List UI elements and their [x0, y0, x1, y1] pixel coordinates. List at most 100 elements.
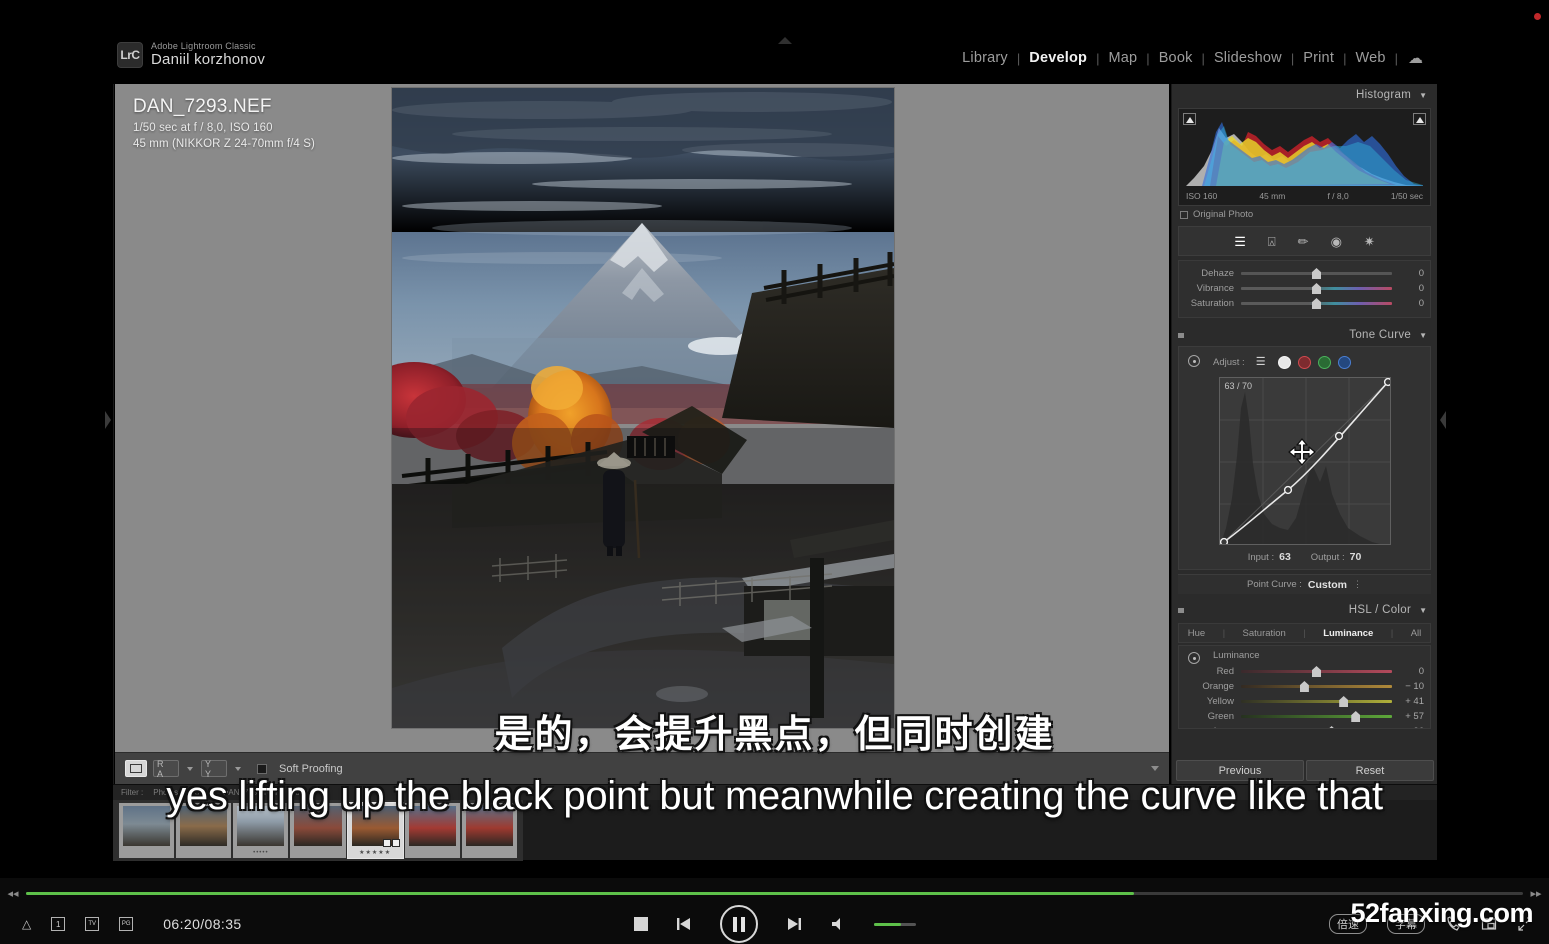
stop-icon[interactable]	[633, 917, 648, 931]
histogram-header[interactable]: Histogram ▼	[1172, 84, 1437, 106]
point-curve-label: Point Curve :	[1246, 579, 1302, 590]
top-panel-collapse-arrow[interactable]	[773, 36, 797, 45]
orange-label: Orange	[1202, 681, 1234, 692]
saturation-knob[interactable]	[1312, 298, 1321, 309]
point-curve-row[interactable]: Point Curve : Custom ⋮	[1178, 574, 1431, 594]
module-map[interactable]: Map	[1099, 50, 1146, 66]
slider-row-orange[interactable]: Orange − 10	[1179, 679, 1430, 694]
red-track[interactable]	[1241, 666, 1392, 677]
original-photo-toggle[interactable]: Original Photo	[1180, 209, 1437, 220]
tone-curve-panel-switch[interactable]	[1178, 333, 1184, 338]
tone-curve-readout: 63 / 70	[1224, 381, 1253, 391]
hsl-tab-bar: Hue | Saturation | Luminance | All	[1178, 623, 1431, 643]
histogram-aperture: f / 8,0	[1327, 191, 1349, 201]
histogram-title: Histogram	[1355, 89, 1412, 101]
vibrance-knob[interactable]	[1312, 283, 1321, 294]
module-slideshow[interactable]: Slideshow	[1205, 50, 1291, 66]
player-left-controls: △ 1 TV PG 06:20/08:35	[0, 916, 242, 932]
develop-photo[interactable]	[392, 88, 894, 728]
dehaze-knob[interactable]	[1312, 268, 1321, 279]
slider-row-red[interactable]: Red 0	[1179, 664, 1430, 679]
saturation-track[interactable]	[1241, 298, 1392, 309]
thumb-badges[interactable]	[382, 839, 400, 847]
saturation-value: 0	[1418, 298, 1424, 309]
slider-row-vibrance[interactable]: Vibrance 0	[1179, 281, 1430, 296]
rewind-icon[interactable]: ◂◂	[0, 887, 26, 900]
original-photo-checkbox[interactable]	[1180, 210, 1188, 219]
tab-hue[interactable]: Hue	[1188, 628, 1205, 639]
point-curve-value[interactable]: Custom	[1308, 579, 1347, 591]
module-separator: |	[1394, 50, 1398, 66]
vibrance-track[interactable]	[1241, 283, 1392, 294]
dehaze-track[interactable]	[1241, 268, 1392, 279]
channel-red-dot[interactable]	[1297, 355, 1311, 369]
module-library[interactable]: Library	[953, 50, 1017, 66]
orange-track[interactable]	[1241, 681, 1392, 692]
target-adjust-icon[interactable]	[1188, 355, 1200, 367]
right-panel-collapse-arrow[interactable]	[1439, 409, 1447, 431]
chevron-down-icon[interactable]: ▼	[1419, 91, 1427, 100]
tab-all[interactable]: All	[1411, 628, 1422, 639]
module-print[interactable]: Print	[1294, 50, 1343, 66]
subtitle-english: yes lifting up the black point but meanw…	[166, 774, 1383, 818]
subtitle-chinese: 是的，会提升黑点，但同时创建	[494, 714, 1055, 756]
chevron-down-icon[interactable]: ▼	[1419, 606, 1427, 615]
hsl-header[interactable]: HSL / Color ▼	[1172, 599, 1437, 621]
point-curve-chevron-icon[interactable]: ⋮	[1353, 579, 1362, 590]
channel-blue-dot[interactable]	[1337, 355, 1351, 369]
video-stage: LrC Adobe Lightroom Classic Daniil korzh…	[0, 0, 1549, 878]
cloud-sync-icon[interactable]: ☁	[1408, 51, 1423, 66]
tone-curve-graph[interactable]: 63 / 70	[1218, 377, 1391, 545]
volume-track[interactable]	[873, 922, 916, 926]
photo-exposure: 1/50 sec at f / 8,0, ISO 160	[133, 122, 273, 134]
lightroom-top-bar: LrC Adobe Lightroom Classic Daniil korzh…	[113, 8, 1437, 84]
tone-curve-header[interactable]: Tone Curve ▼	[1172, 324, 1437, 346]
target-adjust-icon[interactable]	[1188, 652, 1200, 664]
next-track-icon[interactable]	[786, 916, 802, 932]
slider-row-saturation[interactable]: Saturation 0	[1179, 296, 1430, 311]
pause-icon[interactable]	[719, 905, 758, 943]
image-canvas[interactable]: DAN_7293.NEF 1/50 sec at f / 8,0, ISO 16…	[115, 84, 1169, 752]
healing-brush-icon[interactable]: ✏	[1298, 235, 1309, 248]
crop-badge-icon[interactable]	[382, 839, 391, 847]
histogram-iso: ISO 160	[1186, 191, 1218, 201]
volume-icon[interactable]	[830, 916, 846, 932]
module-book[interactable]: Book	[1150, 50, 1202, 66]
lightroom-badge-icon: LrC	[117, 42, 143, 68]
slider-row-dehaze[interactable]: Dehaze 0	[1179, 266, 1430, 281]
left-panel-expand-arrow[interactable]	[104, 409, 112, 431]
crop-icon[interactable]: ⍓	[1268, 235, 1276, 248]
tab-saturation[interactable]: Saturation	[1243, 628, 1286, 639]
curve-mix-icon[interactable]: ☰	[1256, 356, 1271, 369]
histogram-panel[interactable]: ISO 160 45 mm f / 8,0 1/50 sec	[1178, 108, 1431, 206]
seek-progress-fill	[26, 891, 1134, 895]
red-knob[interactable]	[1312, 666, 1321, 677]
player-transport-controls	[633, 905, 916, 943]
player-control-row: △ 1 TV PG 06:20/08:35 倍速 字幕 52fanxing.co…	[0, 898, 1549, 944]
tv-icon[interactable]: TV	[85, 917, 100, 931]
cast-icon[interactable]: △	[22, 918, 31, 930]
vibrance-value: 0	[1418, 283, 1424, 294]
rating-stars: •••••	[253, 850, 269, 856]
quality-1-icon[interactable]: 1	[51, 917, 66, 931]
vibrance-label: Vibrance	[1196, 283, 1234, 294]
module-develop[interactable]: Develop	[1020, 50, 1096, 66]
channel-white-dot[interactable]	[1277, 355, 1291, 369]
orange-knob[interactable]	[1299, 681, 1309, 692]
seek-track[interactable]	[26, 891, 1523, 895]
develop-badge-icon[interactable]	[391, 839, 400, 847]
canvas-inner: DAN_7293.NEF 1/50 sec at f / 8,0, ISO 16…	[115, 84, 1169, 752]
hsl-panel-switch[interactable]	[1178, 608, 1184, 613]
identity-plate[interactable]: LrC Adobe Lightroom Classic Daniil korzh…	[117, 41, 265, 68]
channel-green-dot[interactable]	[1317, 355, 1331, 369]
module-web[interactable]: Web	[1346, 50, 1394, 66]
left-panel-collapsed[interactable]	[105, 84, 114, 784]
tab-luminance[interactable]: Luminance	[1323, 628, 1373, 639]
edit-sliders-icon[interactable]: ☰	[1234, 235, 1246, 248]
chevron-down-icon[interactable]: ▼	[1419, 331, 1427, 340]
recording-indicator-dot	[1534, 13, 1541, 20]
previous-track-icon[interactable]	[676, 916, 692, 932]
pg-icon[interactable]: PG	[119, 917, 134, 931]
masking-icon[interactable]: ✷	[1364, 235, 1375, 248]
red-eye-icon[interactable]: ◉	[1331, 235, 1342, 248]
